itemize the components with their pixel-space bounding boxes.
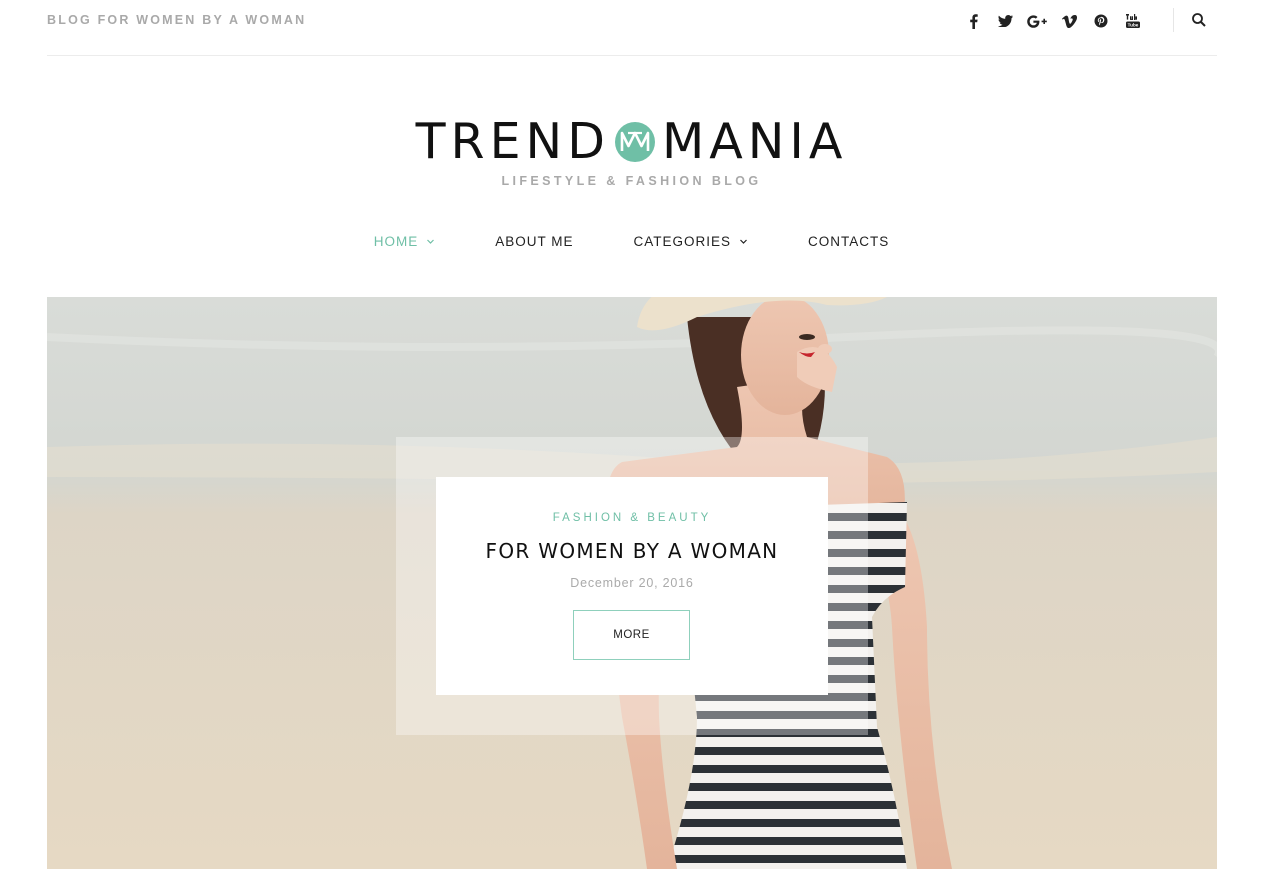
nav-item-home[interactable]: HOME xyxy=(344,234,466,249)
logo-text-left: TREND xyxy=(415,113,610,170)
facebook-icon[interactable] xyxy=(957,10,989,32)
post-category[interactable]: FASHION & BEAUTY xyxy=(436,512,828,524)
site-logo[interactable]: TREND MANIA xyxy=(0,112,1263,172)
nav-item-label: CATEGORIES xyxy=(633,234,732,249)
pinterest-icon[interactable] xyxy=(1085,10,1117,32)
youtube-icon[interactable]: Tube xyxy=(1117,10,1149,32)
vimeo-icon[interactable] xyxy=(1053,10,1085,32)
nav-item-about-me[interactable]: ABOUT ME xyxy=(465,234,603,249)
post-title[interactable]: FOR WOMEN BY A WOMAN xyxy=(436,539,828,563)
social-links: Tube xyxy=(957,10,1149,32)
logo-mark-icon xyxy=(614,121,656,163)
nav-item-label: HOME xyxy=(373,234,419,249)
search-icon[interactable] xyxy=(1191,12,1209,30)
top-bar: BLOG FOR WOMEN BY A WOMAN Tube xyxy=(47,0,1217,56)
featured-post-card: FASHION & BEAUTY FOR WOMEN BY A WOMAN De… xyxy=(436,477,828,695)
logo-text-right: MANIA xyxy=(661,113,848,170)
logo-subtitle: LIFESTYLE & FASHION BLOG xyxy=(501,174,762,188)
more-button[interactable]: MORE xyxy=(573,610,690,660)
svg-text:Tube: Tube xyxy=(1128,23,1139,28)
nav-item-label: CONTACTS xyxy=(808,234,890,249)
featured-post-hero[interactable]: FASHION & BEAUTY FOR WOMEN BY A WOMAN De… xyxy=(47,297,1217,869)
google-plus-icon[interactable] xyxy=(1021,10,1053,32)
site-tagline: BLOG FOR WOMEN BY A WOMAN xyxy=(47,13,307,27)
post-date: December 20, 2016 xyxy=(570,576,694,590)
header-divider xyxy=(1173,8,1174,32)
main-navigation: HOME ABOUT ME CATEGORIES CONTACTS xyxy=(0,234,1263,249)
logo-wordmark: TREND MANIA xyxy=(416,112,848,172)
chevron-down-icon xyxy=(740,239,747,244)
nav-item-contacts[interactable]: CONTACTS xyxy=(778,234,919,249)
nav-item-label: ABOUT ME xyxy=(495,234,574,249)
twitter-icon[interactable] xyxy=(989,10,1021,32)
chevron-down-icon xyxy=(427,239,435,244)
nav-item-categories[interactable]: CATEGORIES xyxy=(604,234,779,249)
